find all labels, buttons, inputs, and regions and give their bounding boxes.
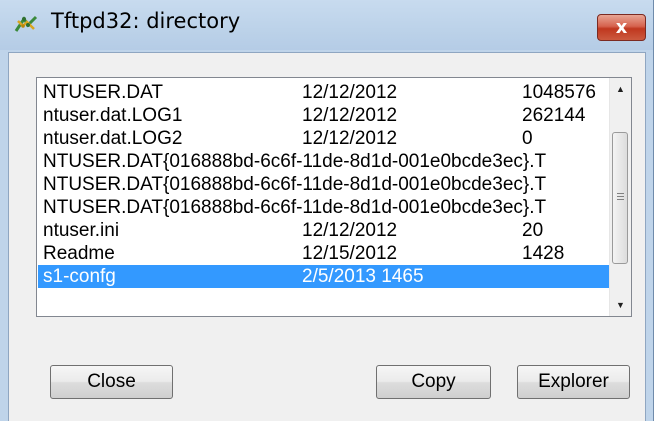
file-date: 2/5/2013 1465	[302, 266, 424, 287]
scroll-thumb[interactable]	[612, 132, 628, 264]
window-close-button[interactable]: x	[597, 14, 646, 41]
file-name: NTUSER.DAT	[43, 82, 163, 103]
file-date: 12/15/2012	[302, 243, 398, 264]
tftpd32-app-icon	[14, 13, 38, 37]
file-size: 1048576	[522, 82, 596, 103]
file-size: 262144	[522, 105, 586, 126]
file-name: Readme	[43, 243, 115, 264]
thumb-grip-line	[617, 196, 624, 197]
file-date: 12/12/2012	[302, 82, 398, 103]
title-bar[interactable]: Tftpd32: directory x	[0, 0, 653, 50]
file-list-item[interactable]: NTUSER.DAT 12/12/2012 1048576	[38, 81, 610, 104]
file-name: ntuser.ini	[43, 220, 120, 241]
file-listbox[interactable]: NTUSER.DAT 12/12/2012 1048576 ntuser.dat.LO…	[36, 77, 632, 317]
file-name: NTUSER.DAT{016888bd-6c6f-11de-8d1d-001e0…	[43, 174, 547, 195]
vertical-scrollbar[interactable]: ▲ ▼	[609, 78, 631, 316]
file-list-item[interactable]: NTUSER.DAT{016888bd-6c6f-11de-8d1d-001e0…	[38, 173, 610, 196]
file-list-item[interactable]: Readme 12/15/2012 1428	[38, 242, 610, 265]
thumb-grip-line	[617, 193, 624, 194]
close-button[interactable]: Close	[50, 365, 173, 399]
file-date: 12/12/2012	[302, 105, 398, 126]
file-name: ntuser.dat.LOG2	[43, 128, 183, 149]
file-list-item[interactable]: NTUSER.DAT{016888bd-6c6f-11de-8d1d-001e0…	[38, 150, 610, 173]
file-date: 12/12/2012	[302, 220, 398, 241]
file-name: NTUSER.DAT{016888bd-6c6f-11de-8d1d-001e0…	[43, 151, 547, 172]
file-list-rows: NTUSER.DAT 12/12/2012 1048576 ntuser.dat.LO…	[38, 81, 610, 316]
close-icon: x	[615, 17, 628, 38]
directory-window: Tftpd32: directory x NTUSER.DAT 12/12/201…	[0, 0, 654, 421]
file-name: ntuser.dat.LOG1	[43, 105, 183, 126]
file-list-item[interactable]: ntuser.ini 12/12/2012 20	[38, 219, 610, 242]
file-list-item[interactable]: ntuser.dat.LOG2 12/12/2012 0	[38, 127, 610, 150]
copy-button[interactable]: Copy	[376, 365, 491, 399]
file-name: NTUSER.DAT{016888bd-6c6f-11de-8d1d-001e0…	[43, 197, 547, 218]
file-size: 0	[522, 128, 533, 149]
dialog-client-area: NTUSER.DAT 12/12/2012 1048576 ntuser.dat.LO…	[8, 52, 646, 421]
file-size: 20	[522, 220, 544, 241]
file-list-item[interactable]: NTUSER.DAT{016888bd-6c6f-11de-8d1d-001e0…	[38, 196, 610, 219]
scroll-down-arrow-icon[interactable]: ▼	[610, 294, 631, 316]
scroll-up-arrow-icon[interactable]: ▲	[610, 78, 631, 100]
thumb-grip-line	[617, 199, 624, 200]
file-date: 12/12/2012	[302, 128, 398, 149]
file-list-item[interactable]: ntuser.dat.LOG1 12/12/2012 262144	[38, 104, 610, 127]
explorer-button[interactable]: Explorer	[517, 365, 630, 399]
file-name: s1-confg	[43, 266, 116, 287]
file-list-item[interactable]: s1-confg 2/5/2013 1465	[38, 265, 610, 288]
file-size: 1428	[522, 243, 565, 264]
window-title: Tftpd32: directory	[51, 9, 241, 33]
